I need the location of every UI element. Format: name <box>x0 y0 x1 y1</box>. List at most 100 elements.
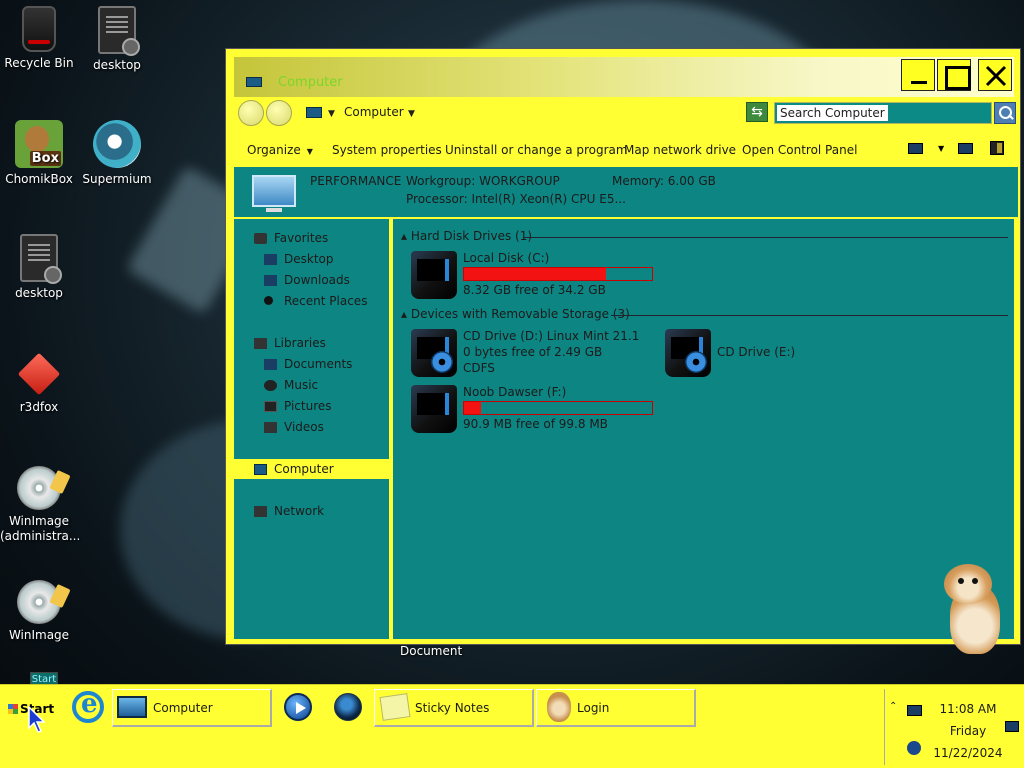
nav-libraries[interactable]: Libraries <box>274 336 326 350</box>
desktop-icon-supermium[interactable]: Supermium <box>78 120 156 187</box>
search-placeholder: Search Computer <box>777 105 888 121</box>
refresh-button[interactable]: ⇆ <box>746 102 768 122</box>
drive-c[interactable]: Local Disk (C:) 8.32 GB free of 34.2 GB <box>411 251 653 301</box>
nav-favorites[interactable]: Favorites <box>274 231 328 245</box>
back-button[interactable] <box>238 100 264 126</box>
nav-computer[interactable]: Computer <box>274 462 334 476</box>
clock-day[interactable]: Friday <box>933 724 1003 738</box>
maximize-button[interactable] <box>937 59 971 91</box>
document-icon <box>98 6 140 56</box>
group-divider <box>523 237 1008 238</box>
desktop-icon-r3dfox[interactable]: r3dfox <box>0 348 78 415</box>
hamster-eye <box>972 578 978 584</box>
desktop-icon-label: desktop <box>93 58 141 72</box>
desktop-icon-label: ChomikBox <box>5 172 73 186</box>
cd-drive-icon <box>411 329 457 377</box>
nav-pictures[interactable]: Pictures <box>284 399 332 413</box>
show-hidden-icons-icon[interactable]: ⌃ <box>889 701 897 712</box>
winimage-icon <box>17 466 61 510</box>
group-header-removable-label: Devices with Removable Storage (3) <box>410 307 630 321</box>
desktop-icon-desktop-2[interactable]: desktop <box>0 234 78 301</box>
hamster-pet[interactable] <box>938 562 1008 662</box>
system-tray: ⌃ 11:08 AM Friday 11/22/2024 <box>884 689 1020 765</box>
windows-flag-icon <box>8 704 18 714</box>
downloads-icon <box>264 275 277 286</box>
drive-e[interactable]: CD Drive (E:) <box>665 329 895 379</box>
drive-name: Local Disk (C:) <box>463 251 550 265</box>
uninstall-program-button[interactable]: Uninstall or change a program <box>445 143 628 157</box>
clock-date[interactable]: 11/22/2024 <box>933 746 1003 760</box>
winimage-icon <box>17 580 61 624</box>
desktop-icon-recycle-bin[interactable]: Recycle Bin <box>0 6 78 71</box>
media-player-icon[interactable] <box>284 693 312 721</box>
address-location: Computer <box>344 105 404 119</box>
details-pane: PERFORMANCE Workgroup: WORKGROUP Memory:… <box>234 167 1018 217</box>
r3dfox-icon <box>14 348 64 396</box>
computer-icon <box>306 107 322 118</box>
taskbar-sticky-notes[interactable]: Sticky Notes <box>374 689 534 727</box>
nav-desktop[interactable]: Desktop <box>284 252 334 266</box>
processor-info: Processor: Intel(R) Xeon(R) CPU E5... <box>406 192 626 206</box>
computer-icon <box>117 696 147 718</box>
workgroup-info: Workgroup: WORKGROUP <box>406 174 560 188</box>
group-header-hdd[interactable]: ▴ Hard Disk Drives (1) <box>401 229 532 243</box>
desktop-icon-chomikbox[interactable]: Box ChomikBox <box>0 120 78 187</box>
display-tray-icon[interactable] <box>907 705 922 716</box>
drive-d[interactable]: CD Drive (D:) Linux Mint 21.1 0 bytes fr… <box>411 329 641 379</box>
computer-icon <box>246 77 262 87</box>
desktop-icon-desktop[interactable]: desktop <box>78 6 156 73</box>
desktop-icon-label: Supermium <box>82 172 152 186</box>
help-pane-icon[interactable] <box>990 141 1004 155</box>
system-properties-button[interactable]: System properties <box>332 143 442 157</box>
clock-time[interactable]: 11:08 AM <box>933 702 1003 716</box>
globe-icon[interactable] <box>334 693 362 721</box>
drive-filesystem: CDFS <box>463 361 495 375</box>
breadcrumb-arrow-icon[interactable]: ▼ <box>328 109 335 119</box>
close-button[interactable] <box>978 59 1012 91</box>
open-control-panel-button[interactable]: Open Control Panel <box>742 143 857 157</box>
preview-pane-icon[interactable] <box>958 143 973 154</box>
address-field[interactable]: ▼ Computer ▼ ▼ <box>300 101 799 125</box>
group-header-removable[interactable]: ▴ Devices with Removable Storage (3) <box>401 307 630 321</box>
chomikbox-icon: Box <box>15 120 63 168</box>
nav-documents[interactable]: Documents <box>284 357 352 371</box>
title-bar[interactable]: Computer <box>234 57 1014 97</box>
breadcrumb-chevron-icon[interactable]: ▼ <box>408 109 415 119</box>
drive-usage-bar <box>463 401 653 415</box>
organize-button[interactable]: Organize ▼ <box>247 143 313 157</box>
music-icon <box>264 380 277 391</box>
desktop-icon-label: WinImage (administra... <box>0 514 81 543</box>
videos-icon <box>264 422 277 433</box>
network-tray-icon[interactable] <box>907 741 921 755</box>
minimize-button[interactable] <box>901 59 935 91</box>
taskbar-login-label: Login <box>577 701 610 715</box>
search-icon[interactable] <box>994 102 1016 124</box>
computer-name: PERFORMANCE <box>310 174 402 188</box>
drive-name: CD Drive (D:) Linux Mint 21.1 <box>463 329 640 343</box>
drive-f[interactable]: Noob Dawser (F:) 90.9 MB free of 99.8 MB <box>411 385 653 435</box>
nav-videos[interactable]: Videos <box>284 420 324 434</box>
recycle-bin-icon <box>22 6 56 52</box>
nav-downloads[interactable]: Downloads <box>284 273 350 287</box>
view-options-chevron-icon[interactable]: ▼ <box>938 144 944 153</box>
search-input[interactable]: Search Computer <box>774 102 992 124</box>
desktop-icon-winimage-admin[interactable]: WinImage (administra... <box>0 466 81 544</box>
show-desktop-icon[interactable] <box>1005 721 1019 732</box>
window-title: Computer <box>278 75 343 90</box>
document-label[interactable]: Document <box>400 644 462 658</box>
desktop-icon-winimage[interactable]: WinImage <box>0 580 78 643</box>
taskbar-login[interactable]: Login <box>536 689 696 727</box>
map-network-drive-button[interactable]: Map network drive <box>624 143 736 157</box>
hard-drive-icon <box>411 251 457 299</box>
monitor-icon <box>252 175 296 212</box>
forward-button[interactable] <box>266 100 292 126</box>
address-bar: ▼ Computer ▼ ▼ ⇆ Search Computer <box>234 99 1016 127</box>
drive-usage-fill <box>464 402 481 414</box>
nav-music[interactable]: Music <box>284 378 318 392</box>
taskbar-computer[interactable]: Computer <box>112 689 272 727</box>
change-view-icon[interactable] <box>908 143 923 154</box>
internet-explorer-icon[interactable] <box>72 689 104 723</box>
nav-network[interactable]: Network <box>274 504 324 518</box>
nav-recent-places[interactable]: Recent Places <box>284 294 367 308</box>
document-icon <box>20 234 62 284</box>
